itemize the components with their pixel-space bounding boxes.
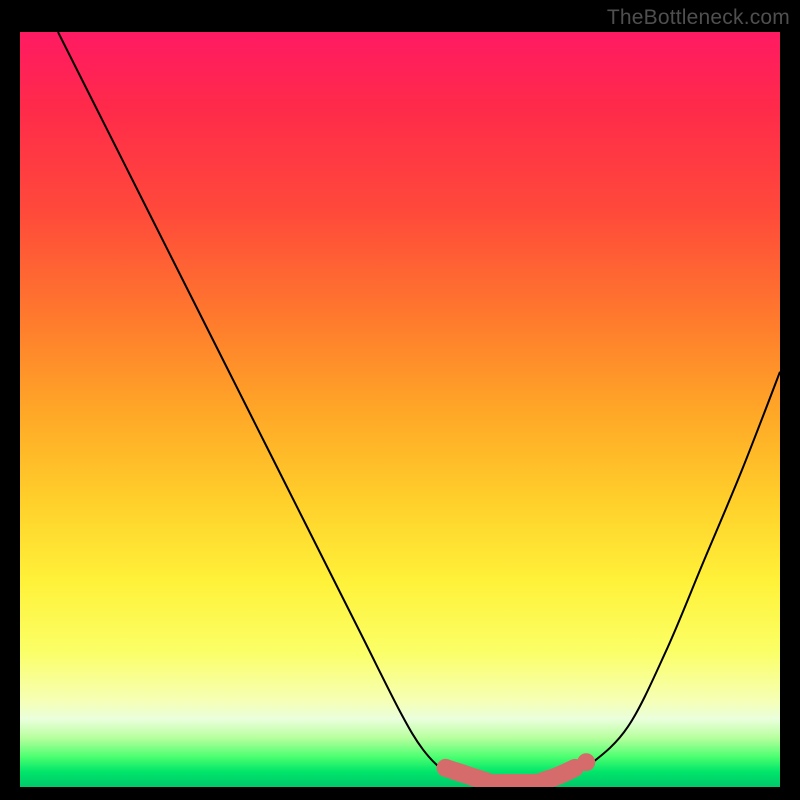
plot-area	[20, 32, 780, 787]
curve-layer	[20, 32, 780, 787]
chart-container: TheBottleneck.com	[0, 0, 800, 800]
attribution-text: TheBottleneck.com	[607, 6, 790, 30]
optimal-range-endpoint-dot	[577, 753, 595, 771]
optimal-range-marker	[446, 768, 575, 783]
bottleneck-curve	[58, 32, 780, 787]
